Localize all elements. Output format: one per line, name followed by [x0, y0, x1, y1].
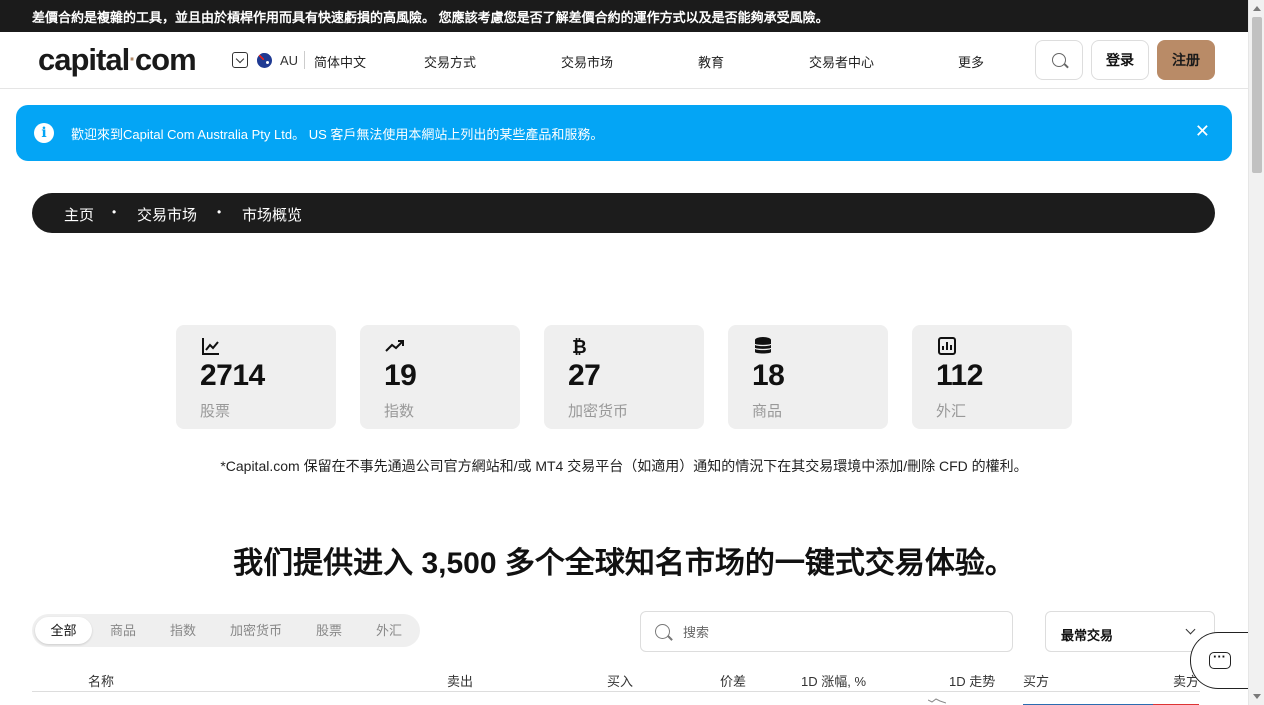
- stat-label: 商品: [752, 403, 783, 420]
- stat-value: 112: [936, 359, 983, 392]
- tab-shares[interactable]: 股票: [302, 617, 356, 644]
- stat-value: 18: [752, 359, 785, 392]
- bar-chart-icon: [938, 337, 956, 355]
- breadcrumb-markets[interactable]: 交易市场: [137, 204, 197, 225]
- nav-traders-hub[interactable]: 交易者中心: [809, 52, 874, 71]
- divider: [32, 691, 1200, 692]
- column-header-spread[interactable]: 价差: [720, 671, 746, 690]
- tab-crypto[interactable]: 加密货币: [220, 617, 292, 644]
- stat-label: 股票: [200, 403, 231, 420]
- tab-all[interactable]: 全部: [35, 617, 92, 644]
- australia-flag-icon: [257, 53, 272, 68]
- stat-card-indices[interactable]: 19 指数: [360, 325, 520, 429]
- stat-card-commodities[interactable]: 18 商品: [728, 325, 888, 429]
- breadcrumb: 主页 • 交易市场 • 市场概览: [32, 193, 1215, 233]
- tab-commodities[interactable]: 商品: [96, 617, 150, 644]
- chat-icon: [1209, 649, 1231, 669]
- breadcrumb-separator: •: [112, 205, 117, 219]
- page-headline: 我们提供进入 3,500 多个全球知名市场的一键式交易体验。: [233, 547, 1015, 580]
- search-input[interactable]: [683, 622, 983, 642]
- info-icon: i: [34, 123, 54, 143]
- scroll-down-icon[interactable]: [1253, 694, 1261, 699]
- coins-stack-icon: [754, 337, 772, 354]
- stat-label: 指数: [384, 403, 415, 420]
- breadcrumb-separator: •: [217, 205, 222, 219]
- trending-up-icon: [385, 340, 404, 352]
- region-dropdown-icon[interactable]: [232, 52, 248, 68]
- column-header-name[interactable]: 名称: [88, 671, 114, 690]
- stat-label: 外汇: [936, 403, 967, 420]
- nav-trading-methods[interactable]: 交易方式: [424, 52, 476, 71]
- chat-button[interactable]: [1190, 632, 1248, 689]
- logo-suffix: com: [134, 42, 197, 77]
- column-header-sell[interactable]: 卖出: [447, 671, 473, 690]
- scrollbar[interactable]: [1248, 0, 1264, 705]
- info-banner-text: 歡迎來到Capital Com Australia Pty Ltd。 US 客戶…: [71, 127, 604, 142]
- capital-com-logo[interactable]: capital·com: [38, 42, 197, 78]
- disclaimer-text: *Capital.com 保留在不事先通過公司官方網站和/或 MT4 交易平台（…: [220, 458, 1028, 474]
- stat-card-forex[interactable]: 112 外汇: [912, 325, 1072, 429]
- line-chart-icon: [202, 338, 219, 355]
- search-icon: [1052, 53, 1066, 67]
- login-button[interactable]: 登录: [1091, 40, 1149, 80]
- info-banner: i 歡迎來到Capital Com Australia Pty Ltd。 US …: [16, 105, 1232, 161]
- stat-value: 27: [568, 359, 601, 392]
- language-selector[interactable]: 简体中文: [314, 52, 366, 71]
- search-icon: [655, 624, 670, 639]
- close-icon[interactable]: ✕: [1195, 121, 1210, 142]
- nav-education[interactable]: 教育: [698, 52, 724, 71]
- breadcrumb-home[interactable]: 主页: [64, 204, 94, 225]
- stat-label: 加密货币: [568, 403, 629, 420]
- scrollbar-thumb[interactable]: [1252, 17, 1262, 173]
- stat-card-crypto[interactable]: ₿ 27 加密货币: [544, 325, 704, 429]
- market-tabs: 全部 商品 指数 加密货币 股票 外汇: [32, 614, 420, 647]
- signup-button[interactable]: 注册: [1157, 40, 1215, 80]
- risk-warning-bar: 差價合約是複雜的工具，並且由於槓桿作用而具有快速虧損的高風險。 您應該考慮您是否…: [0, 0, 1248, 32]
- scroll-up-icon[interactable]: [1253, 6, 1261, 11]
- nav-more[interactable]: 更多: [958, 52, 984, 71]
- svg-text:₿: ₿: [572, 337, 587, 357]
- divider: [304, 51, 305, 69]
- stat-value: 2714: [200, 359, 265, 392]
- logo-text: capital: [38, 42, 130, 77]
- stat-card-shares[interactable]: 2714 股票: [176, 325, 336, 429]
- column-header-buy[interactable]: 买入: [607, 671, 633, 690]
- market-search-field[interactable]: [640, 611, 1013, 652]
- tab-indices[interactable]: 指数: [156, 617, 210, 644]
- stat-value: 19: [384, 359, 417, 392]
- tab-forex[interactable]: 外汇: [362, 617, 416, 644]
- top-navbar: capital·com AU 简体中文 交易方式 交易市场 教育 交易者中心 更…: [0, 32, 1248, 89]
- nav-markets[interactable]: 交易市场: [561, 52, 613, 71]
- region-code[interactable]: AU: [280, 53, 298, 68]
- column-header-trend[interactable]: 1D 走势: [949, 671, 995, 690]
- bitcoin-icon: ₿: [572, 337, 587, 357]
- sort-selected-value: 最常交易: [1061, 628, 1114, 643]
- search-button[interactable]: [1035, 40, 1083, 80]
- sort-dropdown[interactable]: 最常交易: [1045, 611, 1215, 652]
- column-header-change[interactable]: 1D 涨幅, %: [801, 671, 866, 690]
- column-header-buyers[interactable]: 买方: [1023, 671, 1049, 690]
- logo-dot: ·: [129, 49, 136, 71]
- breadcrumb-current: 市场概览: [242, 207, 303, 224]
- chevron-down-icon: [1185, 624, 1196, 635]
- sparkline-icon: [928, 698, 946, 704]
